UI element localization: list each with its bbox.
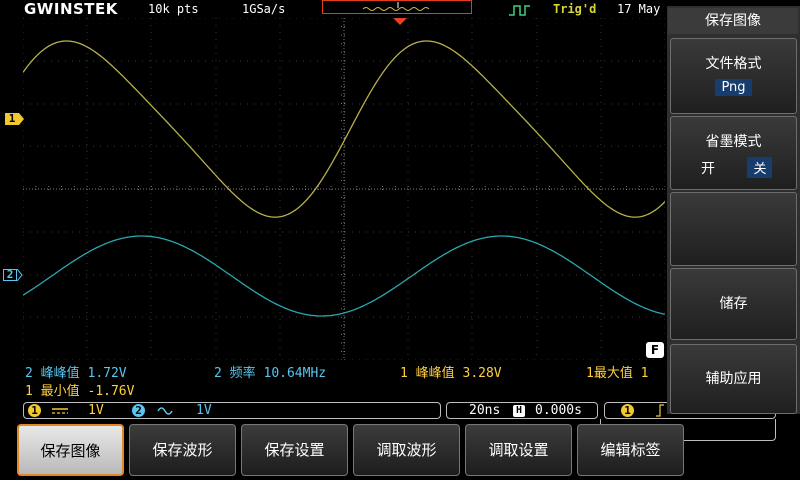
sample-rate: 1GSa/s <box>242 2 286 16</box>
ch2-scale: 1V <box>196 403 212 418</box>
overview-wave-icon <box>362 2 430 11</box>
horizontal-position: 0.000s <box>535 403 582 418</box>
softkey-save-setup[interactable]: 保存设置 <box>241 424 348 476</box>
brand-logo: GWINSTEK <box>24 0 118 18</box>
measurement-ch2-pkpk: 2 峰峰值 1.72V <box>25 366 127 381</box>
ch2-badge-icon: 2 <box>214 366 222 381</box>
measurement-ch1-min: 1 最小值 -1.76V <box>25 384 135 399</box>
function-indicator: F <box>646 342 664 358</box>
softkey-save-image[interactable]: 保存图像 <box>17 424 124 476</box>
trigger-status: Trig'd <box>553 2 597 16</box>
file-format-value: Png <box>715 79 752 96</box>
save-button[interactable]: 储存 <box>670 268 797 340</box>
channel-status-box[interactable]: 1 1V 2 1V <box>23 402 441 419</box>
measurement-ch1-pkpk: 1 峰峰值 3.28V <box>400 366 502 381</box>
measurement-ch1-max: 1最大值 1 <box>586 366 649 381</box>
timebase-status-box[interactable]: 20ns H 0.000s <box>446 402 598 419</box>
trigger-source-badge: 1 <box>621 404 634 417</box>
file-format-button[interactable]: 文件格式 Png <box>670 38 797 114</box>
ch1-badge-icon: 1 <box>400 366 408 381</box>
trigger-edge-icon <box>509 5 530 16</box>
ac-coupling-icon <box>157 407 173 415</box>
measurement-ch2-frequency: 2 频率 10.64MHz <box>214 366 327 381</box>
ink-saver-off-selected: 关 <box>747 157 773 178</box>
ch1-ground-marker[interactable]: 1 <box>5 113 19 125</box>
waveform-overview-bar <box>322 0 472 14</box>
ch2-status-badge: 2 <box>132 404 145 417</box>
softkey-recall-waveform[interactable]: 调取波形 <box>353 424 460 476</box>
timebase-scale: 20ns <box>469 403 501 418</box>
ch1-scale: 1V <box>88 403 104 418</box>
side-menu-title: 保存图像 <box>668 8 798 34</box>
record-length: 10k pts <box>148 2 199 16</box>
waveform-display-grid[interactable] <box>23 18 665 360</box>
ink-saver-label: 省墨模式 <box>705 134 762 150</box>
ink-saver-on: 开 <box>701 161 715 177</box>
ch1-badge-icon: 1 <box>586 366 594 381</box>
date-display: 17 May <box>617 2 661 16</box>
rising-edge-icon <box>656 404 664 417</box>
softkey-save-waveform[interactable]: 保存波形 <box>129 424 236 476</box>
softkey-recall-setup[interactable]: 调取设置 <box>465 424 572 476</box>
ch2-ground-marker[interactable]: 2 <box>3 269 17 281</box>
ch1-status-badge: 1 <box>28 404 41 417</box>
ch1-badge-icon: 1 <box>25 384 33 399</box>
assist-app-button[interactable]: 辅助应用 <box>670 344 797 414</box>
file-format-label: 文件格式 <box>705 56 762 72</box>
ink-saver-button[interactable]: 省墨模式 开 关 <box>670 116 797 190</box>
side-blank-button <box>670 192 797 266</box>
dc-coupling-icon <box>52 408 68 414</box>
softkey-edit-label[interactable]: 编辑标签 <box>577 424 684 476</box>
ch2-badge-icon: 2 <box>25 366 33 381</box>
horizontal-position-icon: H <box>513 405 525 417</box>
top-status-bar: GWINSTEK 10k pts 1GSa/s Trig'd 17 May <box>0 0 665 18</box>
